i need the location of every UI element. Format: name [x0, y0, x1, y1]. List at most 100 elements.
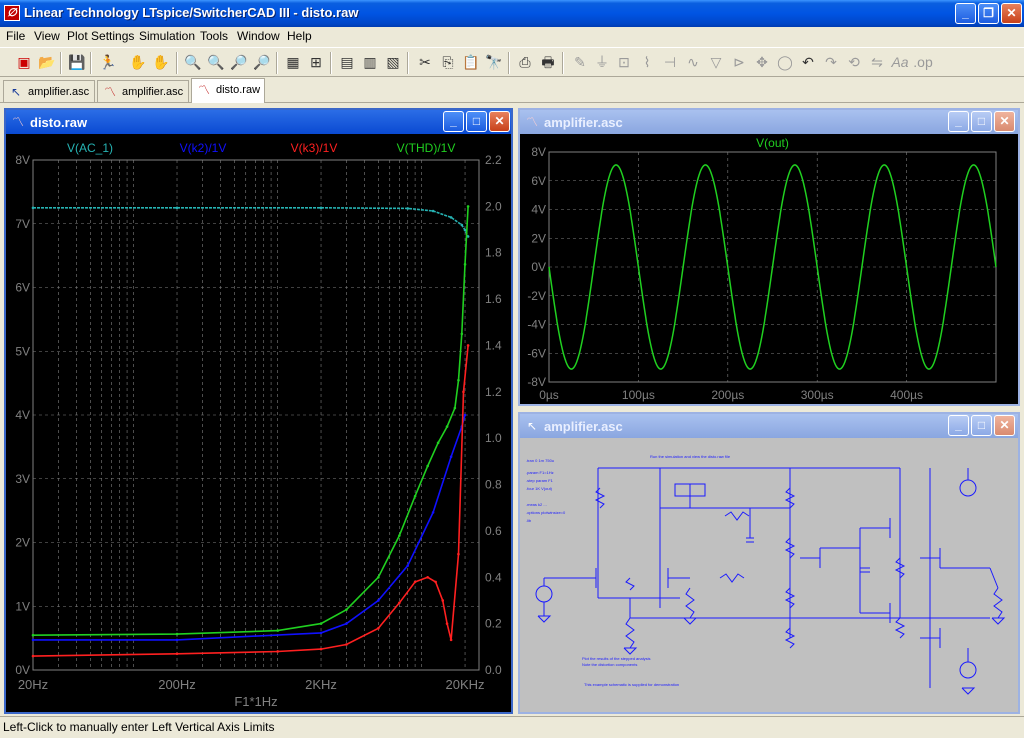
x-axis-tick-label: 300µs — [801, 388, 834, 402]
series-point — [31, 206, 35, 210]
close-button[interactable]: ✕ — [1001, 3, 1022, 24]
menu-plot-settings[interactable]: Plot Settings — [67, 29, 134, 43]
legend-entry: V(out) — [756, 136, 789, 150]
redo-icon[interactable]: ↷ — [821, 52, 841, 72]
ground-icon[interactable]: ⏚ — [592, 52, 612, 72]
halt-icon[interactable]: ✋ — [128, 52, 148, 72]
menu-window[interactable]: Window — [237, 29, 280, 43]
schematic-window-titlebar[interactable]: ↖ amplifier.asc _ □ ✕ — [520, 414, 1018, 438]
spice-directive-text: .param F1=1Hz — [526, 470, 554, 475]
zoom-out-icon[interactable]: 🔎 — [229, 52, 249, 72]
autorange-icon[interactable]: ▦ — [283, 52, 303, 72]
right-axis-tick-label: 0.6 — [485, 524, 502, 538]
schematic-note-text: Plot the results of the stepped analysis — [582, 656, 650, 661]
series-point — [377, 626, 380, 630]
minimize-button[interactable]: _ — [443, 111, 464, 132]
inductor-icon[interactable]: ∿ — [683, 52, 703, 72]
toolbar: ▣ 📂 💾 🏃 ✋ ✋ 🔍 🔍 🔎 🔎 ▦ ⊞ ▤ ▥ ▧ ✂ ⎘ 📋 🔭 ⎙ … — [0, 47, 1024, 77]
right-axis-tick-label: 0.0 — [485, 663, 502, 677]
zoom-fit-icon[interactable]: 🔎 — [252, 52, 272, 72]
menu-view[interactable]: View — [34, 29, 60, 43]
maximize-button[interactable]: □ — [971, 415, 992, 436]
menu-simulation[interactable]: Simulation — [139, 29, 195, 43]
disto-plot-svg[interactable]: 8V 7V 6V 5V 4V 3V 2V 1V 0V 2.2 2.0 1.8 1.6 1.4 1.2 1.0 0… — [6, 134, 511, 712]
drag-icon[interactable]: ◯ — [775, 52, 795, 72]
open-folder-icon[interactable]: 📂 — [37, 52, 57, 72]
y-axis-tick-label: 2V — [531, 231, 546, 245]
print-setup-icon[interactable]: ⎙ — [515, 52, 535, 72]
text-icon[interactable]: Aa — [890, 52, 910, 72]
series-point — [463, 228, 467, 232]
disto-plot-window[interactable]: 〽 disto.raw _ □ ✕ 8V 7V 6V 5V 4V 3V 2V 1V 0V 2.2 2… — [4, 108, 513, 714]
transient-window-titlebar[interactable]: 〽 amplifier.asc _ □ ✕ — [520, 110, 1018, 134]
transient-plot-window[interactable]: 〽 amplifier.asc _ □ ✕ 8V 6V 4V 2V 0V -2V -4V -6… — [518, 108, 1020, 406]
disto-plot-area[interactable]: 8V 7V 6V 5V 4V 3V 2V 1V 0V 2.2 2.0 1.8 1.6 1.4 1.2 1.0 0… — [6, 134, 511, 712]
undo-icon[interactable]: ↶ — [798, 52, 818, 72]
label-net-icon[interactable]: ⊡ — [614, 52, 634, 72]
tile-vertical-icon[interactable]: ▧ — [383, 52, 403, 72]
capacitor-icon[interactable]: ⊣ — [660, 52, 680, 72]
series-point — [457, 552, 460, 556]
schematic-window[interactable]: ↖ amplifier.asc _ □ ✕ .tran 0 1m 750u .p… — [518, 412, 1020, 714]
run-simulation-icon[interactable]: 🏃 — [98, 52, 118, 72]
spice-directive-icon[interactable]: .op — [913, 52, 933, 72]
transient-plot-area[interactable]: 8V 6V 4V 2V 0V -2V -4V -6V -8V 0µs 100µs 200µs 300µs… — [520, 134, 1018, 404]
rotate-icon[interactable]: ⟲ — [844, 52, 864, 72]
minimize-button[interactable]: _ — [955, 3, 976, 24]
series-point — [31, 638, 35, 642]
close-button[interactable]: ✕ — [994, 415, 1015, 436]
resistor-icon[interactable]: ⌇ — [637, 52, 657, 72]
y-axis-tick-label: -2V — [527, 289, 546, 303]
cascade-icon[interactable]: ▥ — [360, 52, 380, 72]
toolbar-separator — [176, 52, 178, 74]
component-icon[interactable]: ⊳ — [729, 52, 749, 72]
pan-icon[interactable]: ✋ — [151, 52, 171, 72]
series-point — [449, 455, 453, 459]
zoom-area-icon[interactable]: 🔍 — [206, 52, 226, 72]
series-line — [33, 207, 469, 237]
save-icon[interactable]: 💾 — [67, 52, 87, 72]
tile-horizontal-icon[interactable]: ▤ — [337, 52, 357, 72]
tab-amplifier-schematic[interactable]: ↖ amplifier.asc — [3, 80, 95, 102]
series-point — [31, 633, 35, 637]
menu-tools[interactable]: Tools — [200, 29, 228, 43]
paste-icon[interactable]: 📋 — [461, 52, 481, 72]
window-title: Linear Technology LTspice/SwitcherCAD II… — [24, 5, 359, 20]
mirror-icon[interactable]: ⇋ — [867, 52, 887, 72]
disto-window-titlebar[interactable]: 〽 disto.raw _ □ ✕ — [6, 110, 511, 134]
wire-icon[interactable]: ✎ — [570, 52, 590, 72]
cut-icon[interactable]: ✂ — [415, 52, 435, 72]
tab-amplifier-waveform[interactable]: 〽 amplifier.asc — [97, 80, 189, 102]
waveform-icon: 〽 — [525, 115, 538, 129]
close-button[interactable]: ✕ — [994, 111, 1015, 132]
print-icon[interactable]: 🖶 — [538, 52, 558, 72]
menu-file[interactable]: File — [6, 29, 25, 43]
axis-icon[interactable]: ⊞ — [306, 52, 326, 72]
zoom-in-icon[interactable]: 🔍 — [183, 52, 203, 72]
minimize-button[interactable]: _ — [948, 415, 969, 436]
schematic-canvas[interactable]: .tran 0 1m 750u .param F1=1Hz .step para… — [520, 438, 1018, 712]
minimize-button[interactable]: _ — [948, 111, 969, 132]
tab-label: amplifier.asc — [28, 86, 90, 98]
tab-disto-raw[interactable]: 〽 disto.raw — [191, 78, 265, 103]
maximize-button[interactable]: □ — [971, 111, 992, 132]
y-axis-tick-label: -6V — [527, 346, 546, 360]
toolbar-separator — [60, 52, 62, 74]
title-bar[interactable]: ∅ Linear Technology LTspice/SwitcherCAD … — [0, 0, 1024, 27]
series-point — [377, 599, 380, 602]
new-schematic-icon[interactable]: ▣ — [14, 52, 34, 72]
move-icon[interactable]: ✥ — [752, 52, 772, 72]
maximize-button[interactable]: □ — [466, 111, 487, 132]
close-button[interactable]: ✕ — [489, 111, 510, 132]
schematic-note-text: This example schematic is supplied for d… — [584, 682, 679, 687]
copy-icon[interactable]: ⎘ — [438, 52, 458, 72]
restore-button[interactable]: ❐ — [978, 3, 999, 24]
series-point — [175, 652, 179, 656]
x-axis-tick-label: 0µs — [539, 388, 559, 402]
menu-help[interactable]: Help — [287, 29, 312, 43]
find-icon[interactable]: 🔭 — [484, 52, 504, 72]
diode-icon[interactable]: ▽ — [706, 52, 726, 72]
transient-plot-svg[interactable]: 8V 6V 4V 2V 0V -2V -4V -6V -8V0µs 100µs 200µs 300µs… — [520, 134, 1018, 404]
right-axis-tick-label: 0.2 — [485, 617, 502, 631]
series-point — [449, 638, 453, 642]
